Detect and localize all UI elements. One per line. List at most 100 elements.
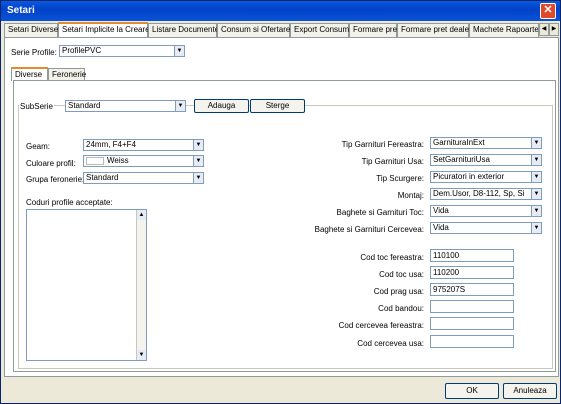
tip-usa-value: SetGarnituriUsa (433, 155, 490, 164)
cod-prag-usa-value: 975207S (433, 285, 466, 294)
chevron-down-icon: ▼ (531, 223, 541, 233)
tab-label: Formare pret (353, 25, 400, 34)
baghete-cercevea-select[interactable]: Vida ▼ (430, 222, 542, 234)
tip-fereastra-label: Tip Garnituri Fereastra: (341, 140, 424, 149)
tip-scurgere-label: Tip Scurgere: (376, 174, 424, 183)
title-bar: Setari ✕ (1, 1, 560, 21)
tab-label: Export Consum (294, 25, 350, 34)
cod-cercevea-fereastra-label: Cod cercevea fereastra: (338, 321, 424, 330)
cancel-label: Anuleaza (513, 386, 547, 395)
tab-label: Listare Documente (152, 25, 220, 34)
tab-scroll-left-icon[interactable]: ◀ (539, 23, 549, 36)
cod-toc-fereastra-field[interactable]: 110100 (430, 249, 514, 262)
subserie-label: SubSerie (19, 102, 54, 111)
tab-label: Formare pret dealer (401, 25, 472, 34)
chevron-down-icon: ▼ (531, 206, 541, 216)
cod-cercevea-usa-label: Cod cercevea usa: (357, 339, 424, 348)
diverse-panel: SubSerie Standard ▼ Adauga Sterge Geam: 2… (13, 80, 556, 372)
cod-toc-fereastra-value: 110100 (433, 251, 460, 260)
tab-listare-documente[interactable]: Listare Documente (148, 23, 220, 37)
cod-cercevea-usa-field[interactable] (430, 335, 514, 348)
tip-scurgere-select[interactable]: Picuratori in exterior ▼ (430, 171, 542, 183)
add-label: Adauga (207, 101, 236, 110)
scroll-down-icon[interactable]: ▼ (137, 350, 146, 360)
tip-fereastra-select[interactable]: GarnituraInExt ▼ (430, 137, 542, 149)
tip-usa-label: Tip Garnituri Usa: (361, 157, 424, 166)
serie-profile-value: ProfilePVC (62, 46, 102, 55)
cod-toc-usa-value: 110200 (433, 268, 460, 277)
cod-bandou-field[interactable] (430, 300, 514, 313)
ok-button[interactable]: OK (445, 383, 499, 399)
coduri-profile-list[interactable]: ▲ ▼ (26, 209, 147, 361)
chevron-down-icon: ▼ (531, 189, 541, 199)
settings-window: Setari ✕ Setari Diverse Setari Implicite… (0, 0, 561, 404)
serie-profile-label: Serie Profile: (11, 48, 57, 57)
baghete-cercevea-value: Vida (433, 223, 449, 232)
montaj-label: Montaj: (397, 191, 424, 200)
montaj-value: Dem.Usor, D8-112, Sp, Si (433, 189, 525, 198)
chevron-down-icon: ▼ (174, 46, 184, 56)
tab-formare-pret[interactable]: Formare pret (349, 23, 400, 37)
tab-panel: Serie Profile: ProfilePVC ▼ Diverse Feron… (4, 37, 559, 377)
chevron-down-icon: ▼ (531, 155, 541, 165)
montaj-select[interactable]: Dem.Usor, D8-112, Sp, Si ▼ (430, 188, 542, 200)
subserie-value: Standard (68, 101, 101, 110)
chevron-down-icon: ▼ (193, 156, 203, 166)
tip-usa-select[interactable]: SetGarnituriUsa ▼ (430, 154, 542, 166)
tab-label: Setari Implicite la Creare (62, 25, 150, 34)
culoare-label: Culoare profil: (26, 159, 76, 168)
culoare-select[interactable]: Weiss ▼ (83, 155, 204, 167)
cod-toc-fereastra-label: Cod toc fereastra: (360, 253, 424, 262)
chevron-down-icon: ▼ (531, 138, 541, 148)
tip-fereastra-value: GarnituraInExt (433, 138, 485, 147)
chevron-down-icon: ▼ (193, 140, 203, 150)
baghete-toc-value: Vida (433, 206, 449, 215)
add-button[interactable]: Adauga (194, 99, 249, 113)
coduri-label: Coduri profile acceptate: (26, 198, 113, 207)
subtab-label: Feronerie (52, 70, 87, 79)
tab-label: Consum si Ofertare (221, 25, 291, 34)
tab-label: Machete Rapoarte (473, 25, 539, 34)
cod-prag-usa-label: Cod prag usa: (373, 287, 424, 296)
chevron-down-icon: ▼ (175, 101, 185, 111)
chevron-down-icon: ▼ (193, 173, 203, 183)
tab-machete-rapoarte[interactable]: Machete Rapoarte (469, 23, 539, 37)
geam-label: Geam: (26, 142, 51, 151)
serie-profile-select[interactable]: ProfilePVC ▼ (59, 45, 185, 57)
tab-formare-pret-dealer[interactable]: Formare pret dealer (397, 23, 472, 37)
tab-export-consum[interactable]: Export Consum (290, 23, 349, 37)
subserie-select[interactable]: Standard ▼ (65, 100, 186, 112)
cod-prag-usa-field[interactable]: 975207S (430, 283, 514, 296)
ok-label: OK (466, 386, 478, 395)
geam-select[interactable]: 24mm, F4+F4 ▼ (83, 139, 204, 151)
tab-label: Setari Diverse (8, 25, 59, 34)
grupa-value: Standard (86, 173, 119, 182)
grupa-label: Grupa feronerie: (26, 175, 85, 184)
baghete-toc-label: Baghete si Garnituri Toc: (336, 208, 424, 217)
delete-label: Sterge (265, 101, 290, 110)
close-icon: ✕ (543, 4, 553, 16)
close-button[interactable]: ✕ (540, 3, 556, 19)
chevron-down-icon: ▼ (531, 172, 541, 182)
dialog-footer: OK Anuleaza (1, 377, 560, 403)
subtab-diverse[interactable]: Diverse (11, 67, 48, 81)
main-tab-strip: Setari Diverse Setari Implicite la Crear… (4, 22, 559, 38)
cod-toc-usa-field[interactable]: 110200 (430, 266, 514, 279)
color-swatch (86, 156, 104, 165)
cod-cercevea-fereastra-field[interactable] (430, 317, 514, 330)
tab-scroll-right-icon[interactable]: ▶ (549, 23, 559, 36)
tab-scroll: ◀ ▶ (539, 23, 559, 36)
tab-setari-implicite[interactable]: Setari Implicite la Creare (58, 22, 150, 38)
tab-consum-ofertare[interactable]: Consum si Ofertare (217, 23, 290, 37)
baghete-toc-select[interactable]: Vida ▼ (430, 205, 542, 217)
delete-button[interactable]: Sterge (250, 99, 305, 113)
grupa-select[interactable]: Standard ▼ (83, 172, 204, 184)
baghete-cercevea-label: Baghete si Garnituri Cercevea: (314, 225, 424, 234)
cancel-button[interactable]: Anuleaza (503, 383, 557, 399)
geam-value: 24mm, F4+F4 (86, 140, 137, 149)
tab-setari-diverse[interactable]: Setari Diverse (4, 23, 58, 37)
scroll-up-icon[interactable]: ▲ (137, 210, 146, 220)
window-title: Setari (7, 5, 35, 16)
list-scrollbar[interactable]: ▲ ▼ (136, 210, 146, 360)
culoare-value: Weiss (107, 156, 129, 165)
